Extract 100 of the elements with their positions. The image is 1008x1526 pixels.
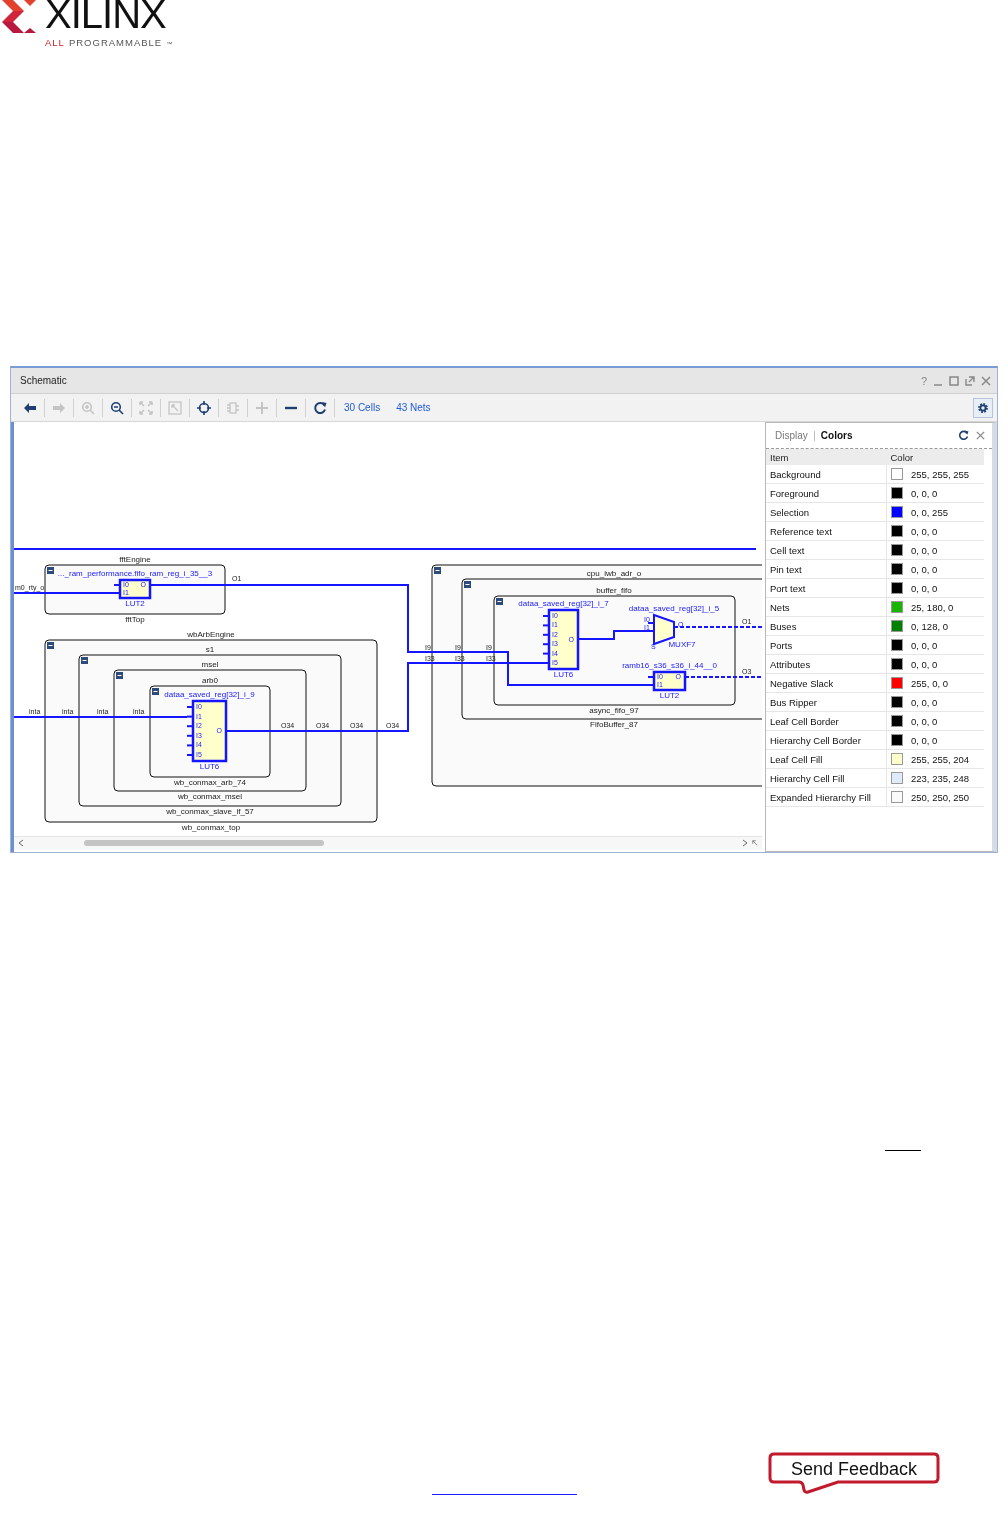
window-title: Schematic xyxy=(20,375,68,386)
lut-cell[interactable] xyxy=(647,670,687,692)
lut-cell[interactable] xyxy=(542,608,580,671)
hierarchy-label: FifoBuffer_87 xyxy=(590,720,638,729)
table-cell: Ports xyxy=(766,635,887,655)
hierarchy-label: arb0 xyxy=(202,676,218,685)
close-icon[interactable] xyxy=(981,375,991,386)
hierarchy-label: wb_conmax_msel xyxy=(178,792,242,801)
panel-tab[interactable]: Display xyxy=(775,430,808,441)
table-cell: Leaf Cell Border xyxy=(766,711,887,731)
cell-type-label: MUXF7 xyxy=(668,640,696,649)
logo-tagline: PROGRAMMABLE xyxy=(68,37,163,48)
refresh-icon[interactable] xyxy=(958,430,969,441)
color-swatch[interactable] xyxy=(891,734,903,746)
table-cell: Bus Ripper xyxy=(766,692,887,712)
hierarchy-label: s1 xyxy=(205,645,215,654)
forward-icon xyxy=(52,400,66,415)
color-swatch[interactable] xyxy=(891,563,903,575)
color-swatch[interactable] xyxy=(891,487,903,499)
close-icon[interactable] xyxy=(975,430,986,441)
color-value: 0, 0, 0 xyxy=(911,487,938,499)
maximize-icon[interactable] xyxy=(949,375,959,386)
collapse-icon[interactable] xyxy=(496,598,503,605)
color-value: 255, 255, 255 xyxy=(911,468,970,480)
lut-cell[interactable] xyxy=(186,699,228,763)
count-link[interactable]: 30 Cells xyxy=(344,402,381,413)
cell-type-label: LUT6 xyxy=(199,762,220,771)
cell-type-label: LUT6 xyxy=(553,670,574,679)
hierarchy-label: wb_conmax_arb_74 xyxy=(174,778,246,787)
color-swatch[interactable] xyxy=(891,696,903,708)
color-swatch[interactable] xyxy=(891,677,903,689)
collapse-icon[interactable] xyxy=(47,567,54,574)
color-swatch[interactable] xyxy=(891,582,903,594)
collapse-icon[interactable] xyxy=(81,657,88,664)
cell-type-label: LUT2 xyxy=(125,599,145,608)
hierarchy-label: msel xyxy=(201,660,219,669)
table-cell: Buses xyxy=(766,616,887,636)
chip-icon xyxy=(226,400,240,415)
net-wire[interactable] xyxy=(684,676,762,678)
color-value: 0, 0, 0 xyxy=(911,525,938,537)
color-swatch[interactable] xyxy=(891,772,903,784)
gear-icon xyxy=(977,401,989,414)
net-wire[interactable] xyxy=(673,626,762,628)
cell-label: dataa_saved_reg[32]_i_9 xyxy=(164,690,255,699)
color-value: 0, 0, 0 xyxy=(911,563,938,575)
plus-icon xyxy=(255,400,269,415)
color-swatch[interactable] xyxy=(891,544,903,556)
panel-tab[interactable]: Colors xyxy=(820,430,853,441)
collapse-icon[interactable] xyxy=(47,642,54,649)
table-cell: Hierarchy Cell Fill xyxy=(766,768,887,788)
scroll-left-icon[interactable] xyxy=(18,839,24,847)
scroll-right-icon[interactable] xyxy=(742,839,748,847)
float-icon[interactable] xyxy=(965,375,975,386)
color-value: 0, 0, 255 xyxy=(911,506,948,518)
cell-type-label: LUT2 xyxy=(659,691,680,700)
zoom-in-icon xyxy=(81,400,95,415)
resize-corner-icon[interactable] xyxy=(752,839,758,847)
horizontal-scrollbar[interactable] xyxy=(14,836,762,849)
color-swatch[interactable] xyxy=(891,525,903,537)
color-value: 223, 235, 248 xyxy=(911,772,970,784)
collapse-icon[interactable] xyxy=(434,567,441,574)
color-swatch[interactable] xyxy=(891,658,903,670)
color-value: 0, 0, 0 xyxy=(911,734,938,746)
hierarchy-label: wb_conmax_slave_if_57 xyxy=(166,807,254,816)
color-swatch[interactable] xyxy=(891,753,903,765)
settings-button[interactable] xyxy=(973,397,993,418)
color-value: 250, 250, 250 xyxy=(911,791,970,803)
table-cell: Leaf Cell Fill xyxy=(766,749,887,769)
fit-icon xyxy=(139,400,153,415)
cell-label: dataa_saved_reg[32]_i_5 xyxy=(628,604,720,613)
color-swatch[interactable] xyxy=(891,506,903,518)
count-link[interactable]: 43 Nets xyxy=(396,402,431,413)
color-swatch[interactable] xyxy=(891,639,903,651)
color-value: 0, 128, 0 xyxy=(911,620,948,632)
color-swatch[interactable] xyxy=(891,601,903,613)
color-value: 0, 0, 0 xyxy=(911,544,938,556)
collapse-icon[interactable] xyxy=(116,672,123,679)
table-cell: Pin text xyxy=(766,559,887,579)
hierarchy-label: fftTop xyxy=(125,615,145,624)
collapse-icon[interactable] xyxy=(464,581,471,588)
refresh-icon xyxy=(313,400,327,415)
color-swatch[interactable] xyxy=(891,791,903,803)
table-cell: Negative Slack xyxy=(766,673,887,693)
logo-icon xyxy=(2,0,36,34)
send-feedback-button[interactable]: Send Feedback xyxy=(768,1452,940,1496)
table-cell: Cell text xyxy=(766,540,887,560)
color-swatch[interactable] xyxy=(891,468,903,480)
table-cell: Nets xyxy=(766,597,887,617)
zoom-selection-icon xyxy=(168,400,182,415)
lut-cell[interactable] xyxy=(113,578,152,600)
net-wire[interactable] xyxy=(577,630,649,640)
collapse-icon[interactable] xyxy=(152,688,159,695)
table-cell: Reference text xyxy=(766,521,887,541)
color-swatch[interactable] xyxy=(891,715,903,727)
scrollbar-thumb[interactable] xyxy=(84,840,324,846)
hierarchy-label: buffer_fifo xyxy=(596,586,632,595)
hierarchy-label: wb_conmax_top xyxy=(181,823,241,832)
color-swatch[interactable] xyxy=(891,620,903,632)
table-cell: Port text xyxy=(766,578,887,598)
logo-wordmark: XILINX xyxy=(45,0,167,32)
